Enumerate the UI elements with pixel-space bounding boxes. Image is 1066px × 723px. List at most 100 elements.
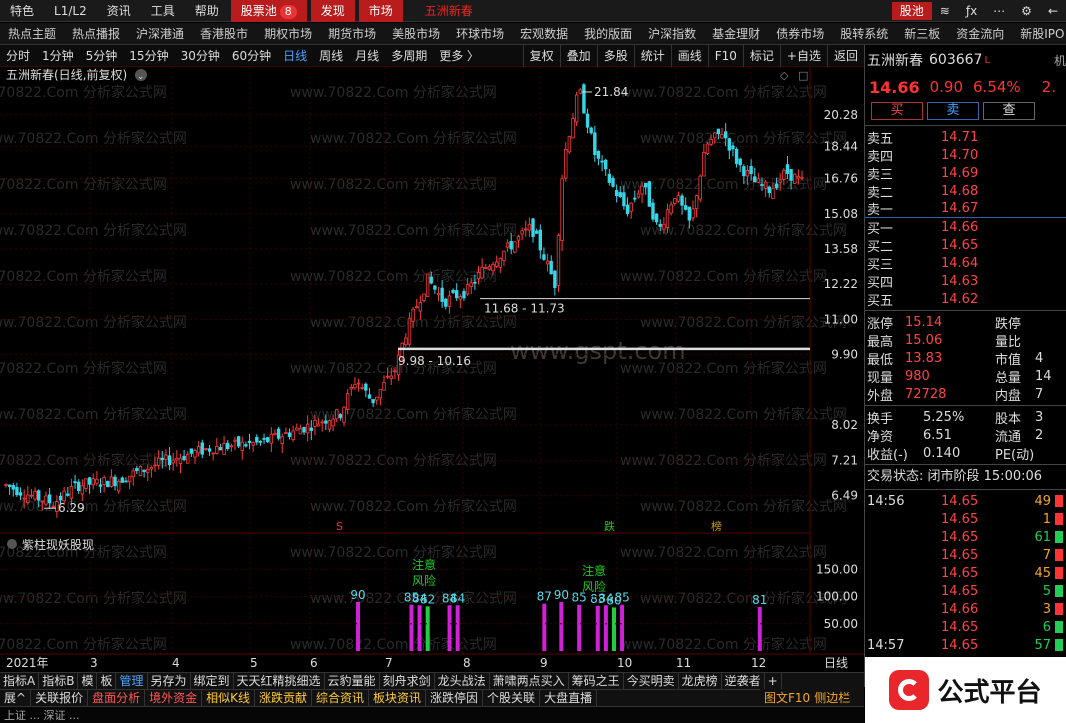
period-monthly[interactable]: 月线 [349, 45, 385, 67]
nav-item-new-third[interactable]: 新三板 [896, 23, 948, 44]
menu-item-special[interactable]: 特色 [0, 0, 44, 22]
sell-button[interactable]: 卖 [927, 102, 979, 120]
indicator-tab[interactable]: 今买明卖 [624, 673, 679, 689]
tool-adjust[interactable]: 复权 [522, 44, 560, 67]
tool-add-watch[interactable]: +自选 [779, 44, 827, 67]
buy-button[interactable]: 买 [871, 102, 923, 120]
indicator-tab[interactable]: 另存为 [148, 673, 191, 689]
period-daily[interactable]: 日线 [277, 45, 313, 67]
info-tab[interactable]: 板块资讯 [369, 690, 427, 706]
orderbook-row[interactable]: 买五 14.62 [865, 290, 1066, 309]
period-multi[interactable]: 多周期 [385, 45, 433, 67]
nav-item-my-layout[interactable]: 我的版面 [576, 23, 640, 44]
formula-icon[interactable]: ƒx [958, 0, 985, 22]
tab-sidebar[interactable]: 侧边栏 [814, 689, 850, 706]
period-15min[interactable]: 15分钟 [123, 45, 174, 67]
layers-icon[interactable]: ≋ [932, 0, 958, 22]
query-button[interactable]: 查 [983, 102, 1035, 120]
indicator-tab[interactable]: 板 [97, 673, 117, 689]
nav-item-hk-market[interactable]: 香港股市 [192, 23, 256, 44]
nav-item-global[interactable]: 环球市场 [448, 23, 512, 44]
orderbook-row[interactable]: 卖五 14.71 [865, 128, 1066, 147]
info-tab[interactable]: 涨跌停因 [426, 690, 484, 706]
info-tab[interactable]: 关联报价 [31, 690, 89, 706]
nav-item-futures[interactable]: 期货市场 [320, 23, 384, 44]
tool-multi-stock[interactable]: 多股 [596, 44, 634, 67]
nav-item-ipo[interactable]: 新股IPO [1012, 23, 1066, 44]
indicator-tab[interactable]: 筹码之王 [569, 673, 624, 689]
menu-item-l1l2[interactable]: L1/L2 [44, 0, 97, 22]
discover-button[interactable]: 发现 [310, 0, 355, 22]
indicator-tab[interactable]: 指标A [0, 673, 40, 689]
orderbook-row[interactable]: 买一 14.66 [865, 218, 1066, 237]
orderbook-row[interactable]: 卖三 14.69 [865, 164, 1066, 183]
nav-item-neeq[interactable]: 股转系统 [832, 23, 896, 44]
right-pool-button[interactable]: 股池 [891, 1, 932, 20]
period-more[interactable]: 更多 〉 [433, 45, 485, 67]
nav-item-index[interactable]: 沪深指数 [640, 23, 704, 44]
back-arrow-icon[interactable]: ← [1040, 0, 1066, 22]
period-weekly[interactable]: 周线 [313, 45, 349, 67]
indicator-tab[interactable]: 管理 [116, 673, 148, 689]
nav-item-funds[interactable]: 基金理财 [704, 23, 768, 44]
orderbook-row[interactable]: 卖一 14.67 [865, 200, 1066, 218]
info-tab[interactable]: 个股关联 [483, 690, 541, 706]
orderbook-row[interactable]: 买三 14.64 [865, 254, 1066, 273]
orderbook-row[interactable]: 卖二 14.68 [865, 182, 1066, 201]
info-tab[interactable]: 综合资讯 [312, 690, 370, 706]
tool-mark[interactable]: 标记 [742, 44, 780, 67]
tool-f10[interactable]: F10 [707, 44, 743, 67]
info-tab[interactable]: 大盘直播 [540, 690, 598, 706]
org-label[interactable]: 机 [1054, 52, 1066, 69]
tool-back[interactable]: 返回 [826, 44, 864, 67]
indicator-tab[interactable]: 模 [78, 673, 98, 689]
indicator-tab[interactable]: 龙虎榜 [679, 673, 722, 689]
info-tab[interactable]: 相似K线 [202, 690, 255, 706]
market-button[interactable]: 市场 [358, 0, 403, 22]
orderbook-row[interactable]: 买二 14.65 [865, 236, 1066, 255]
indicator-tab[interactable]: 刻舟求剑 [380, 673, 435, 689]
tab-f10-graphic[interactable]: 图文F10 [764, 689, 810, 706]
indicator-tab[interactable]: 逆袭者 [722, 673, 765, 689]
settings-icon[interactable]: ⚙ [1013, 0, 1040, 22]
kline-chart[interactable]: www.70822.Com 分析家公式网 www.70822.Com 分析家公式网… [0, 67, 864, 672]
menu-item-help[interactable]: 帮助 [185, 0, 229, 22]
tool-stats[interactable]: 统计 [633, 44, 671, 67]
nav-item-macro[interactable]: 宏观数据 [512, 23, 576, 44]
info-tab[interactable]: 展^ [0, 690, 32, 706]
info-tab[interactable]: 盘面分析 [88, 690, 146, 706]
orderbook-row[interactable]: 买四 14.63 [865, 272, 1066, 291]
indicator-tab[interactable]: 指标B [39, 673, 79, 689]
nav-item-fund-flow[interactable]: 资金流向 [948, 23, 1012, 44]
nav-item-hot-theme[interactable]: 热点主题 [0, 23, 64, 44]
square-icon[interactable]: □ [798, 69, 808, 82]
indicator-dropdown-icon[interactable] [7, 539, 17, 549]
menu-item-tools[interactable]: 工具 [141, 0, 185, 22]
info-tab[interactable]: 境外资金 [145, 690, 203, 706]
nav-item-options[interactable]: 期权市场 [256, 23, 320, 44]
period-60min[interactable]: 60分钟 [226, 45, 277, 67]
period-5min[interactable]: 5分钟 [80, 45, 124, 67]
tool-draw[interactable]: 画线 [670, 44, 708, 67]
nav-item-hot-news[interactable]: 热点播报 [64, 23, 128, 44]
indicator-tab[interactable]: 绑定到 [191, 673, 234, 689]
indicator-tab[interactable]: 萧啸两点买入 [490, 673, 569, 689]
nav-item-bonds[interactable]: 债券市场 [768, 23, 832, 44]
indicator-tab[interactable]: + [765, 673, 782, 689]
orderbook-row[interactable]: 卖四 14.70 [865, 146, 1066, 165]
nav-item-hk-connect[interactable]: 沪深港通 [128, 23, 192, 44]
menu-item-news[interactable]: 资讯 [97, 0, 141, 22]
info-tab[interactable]: 涨跌贡献 [255, 690, 312, 706]
diamond-icon[interactable]: ◇ [780, 69, 789, 82]
indicator-tab[interactable]: 云豹量能 [325, 673, 380, 689]
period-1min[interactable]: 1分钟 [36, 45, 80, 67]
stock-pool-button[interactable]: 股票池 8 [230, 0, 307, 22]
indicator-tab[interactable]: 天天红精挑细选 [234, 673, 325, 689]
period-30min[interactable]: 30分钟 [175, 45, 226, 67]
period-intraday[interactable]: 分时 [0, 45, 36, 67]
nav-item-us-market[interactable]: 美股市场 [384, 23, 448, 44]
tool-overlay[interactable]: 叠加 [559, 44, 597, 67]
indicator-tab[interactable]: 龙头战法 [435, 673, 490, 689]
kline-chart-area[interactable]: www.70822.Com 分析家公式网 www.70822.Com 分析家公式网… [0, 67, 864, 687]
menu-dots-icon[interactable]: ⋯ [985, 0, 1013, 22]
